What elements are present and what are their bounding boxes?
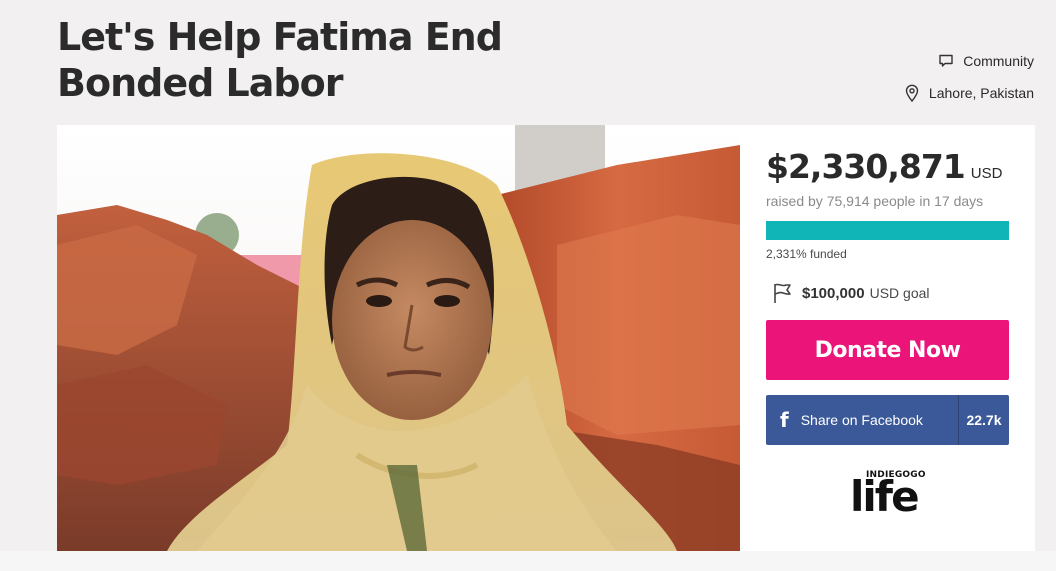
amount-currency: USD — [970, 165, 1003, 182]
progress-bar — [766, 221, 1009, 240]
category-link[interactable]: Community — [904, 50, 1034, 72]
campaign-meta: Community Lahore, Pakistan — [904, 50, 1034, 114]
facebook-share-count: 22.7k — [958, 395, 1009, 445]
page-title: Let's Help Fatima End Bonded Labor — [57, 15, 503, 105]
logo-word: life — [850, 472, 920, 521]
facebook-share-button[interactable]: f Share on Facebook 22.7k — [766, 395, 1009, 445]
funding-panel: $2,330,871 USD raised by 75,914 people i… — [740, 125, 1035, 551]
amount-raised: $2,330,871 USD — [766, 147, 1002, 186]
raised-text: raised by 75,914 people in 17 days — [766, 193, 984, 209]
campaign-page: Let's Help Fatima End Bonded Labor Commu… — [0, 0, 1056, 571]
facebook-share-label: Share on Facebook — [800, 412, 923, 428]
progress-fill — [766, 221, 1009, 240]
flag-icon — [774, 283, 791, 303]
goal-amount: $100,000 — [802, 284, 865, 302]
donate-button[interactable]: Donate Now — [766, 320, 1009, 380]
facebook-icon: f — [780, 408, 789, 432]
location-label: Lahore, Pakistan — [928, 85, 1034, 101]
funded-percent: 2,331% funded — [766, 247, 847, 261]
location-link[interactable]: Lahore, Pakistan — [904, 82, 1034, 104]
goal: $100,000 USD goal — [770, 281, 930, 305]
amount-value: $2,330,871 — [766, 147, 966, 186]
map-pin-icon — [905, 84, 919, 102]
speech-bubble-icon — [939, 54, 953, 67]
portrait-photo — [57, 125, 740, 551]
goal-label: USD goal — [869, 285, 930, 301]
page-bottom-strip — [0, 551, 1056, 571]
category-label: Community — [963, 53, 1034, 69]
facebook-share-main[interactable]: f Share on Facebook — [766, 395, 958, 445]
campaign-hero-image[interactable] — [57, 125, 740, 551]
